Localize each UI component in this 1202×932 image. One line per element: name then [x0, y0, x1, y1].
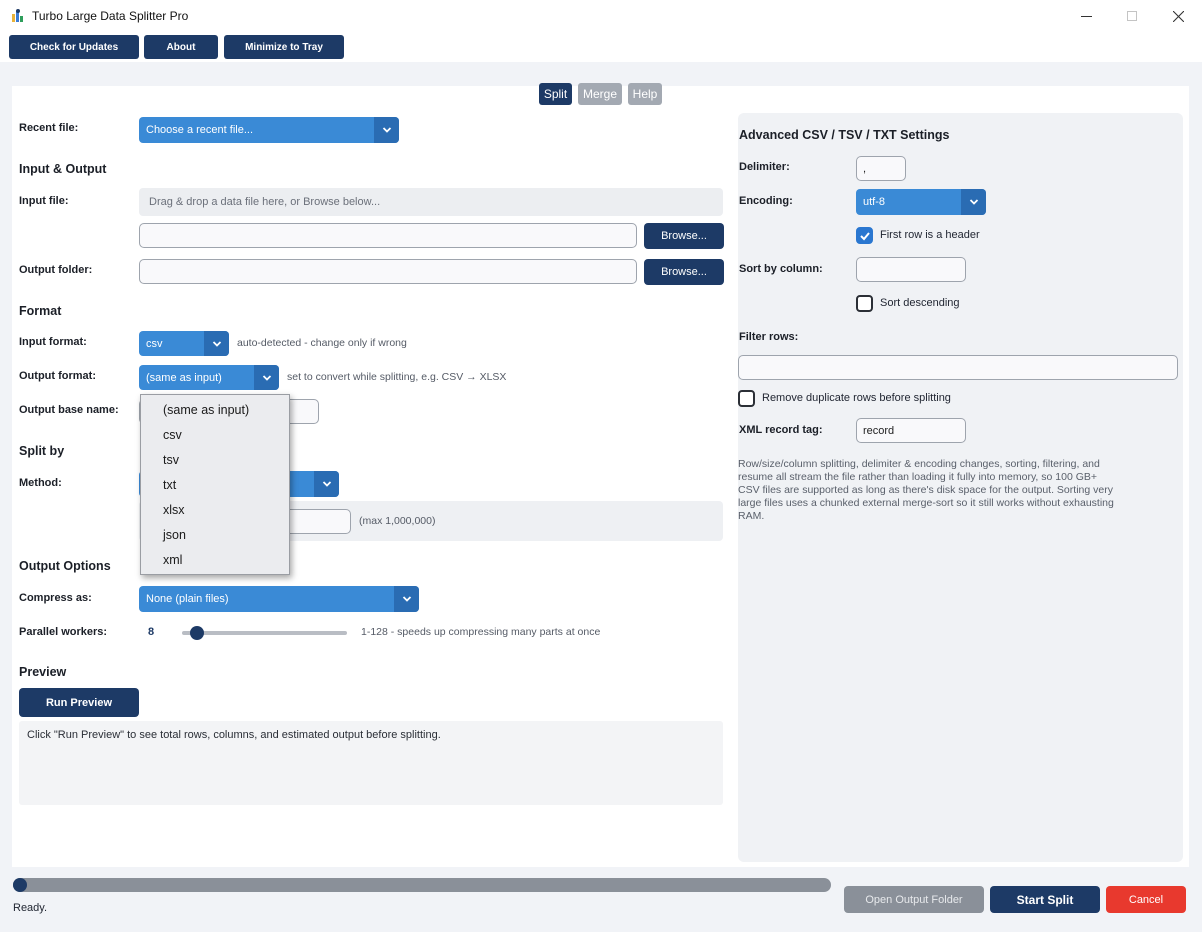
- chevron-down-icon: [254, 365, 279, 390]
- advanced-settings-title: Advanced CSV / TSV / TXT Settings: [739, 128, 950, 142]
- chevron-down-icon: [374, 117, 399, 143]
- option-json[interactable]: json: [163, 528, 186, 542]
- chevron-down-icon: [394, 586, 419, 612]
- progress-track: [13, 878, 831, 892]
- about-button[interactable]: About: [144, 35, 218, 59]
- checkmark-icon: [859, 231, 870, 240]
- workers-hint: 1-128 - speeds up compressing many parts…: [361, 626, 601, 638]
- sort-descending-checkbox[interactable]: [856, 295, 873, 312]
- close-icon: [1172, 10, 1184, 22]
- encoding-value: utf-8: [863, 196, 886, 208]
- option-txt[interactable]: txt: [163, 478, 176, 492]
- chevron-down-icon: [204, 331, 229, 356]
- sort-by-column-label: Sort by column:: [739, 263, 823, 275]
- compress-as-label: Compress as:: [19, 592, 92, 604]
- open-output-folder-button[interactable]: Open Output Folder: [844, 886, 984, 913]
- split-value-hint: (max 1,000,000): [359, 515, 436, 527]
- remove-duplicates-checkbox[interactable]: [738, 390, 755, 407]
- option-same-as-input[interactable]: (same as input): [163, 403, 249, 417]
- chevron-down-icon: [961, 189, 986, 215]
- file-dropzone[interactable]: Drag & drop a data file here, or Browse …: [139, 188, 723, 216]
- output-base-name-label: Output base name:: [19, 404, 119, 416]
- filter-rows-field[interactable]: [738, 355, 1178, 380]
- method-label: Method:: [19, 477, 62, 489]
- input-format-value: csv: [146, 337, 163, 350]
- maximize-window-button[interactable]: [1109, 0, 1155, 32]
- first-row-header-label: First row is a header: [880, 229, 980, 241]
- split-by-section-title: Split by: [19, 444, 65, 458]
- output-format-hint: set to convert while splitting, e.g. CSV…: [287, 371, 507, 383]
- recent-file-label: Recent file:: [19, 122, 79, 134]
- browse-input-button[interactable]: Browse...: [644, 223, 724, 249]
- window-title: Turbo Large Data Splitter Pro: [32, 9, 189, 23]
- parallel-workers-value: 8: [148, 626, 155, 638]
- tab-merge[interactable]: Merge: [578, 83, 622, 105]
- recent-file-dropdown[interactable]: Choose a recent file...: [139, 117, 399, 143]
- xml-record-tag-field[interactable]: record: [856, 418, 966, 443]
- sort-by-column-field[interactable]: [856, 257, 966, 282]
- option-tsv[interactable]: tsv: [163, 453, 179, 467]
- tab-help[interactable]: Help: [628, 83, 662, 105]
- input-format-label: Input format:: [19, 336, 87, 348]
- option-xlsx[interactable]: xlsx: [163, 503, 185, 517]
- option-xml[interactable]: xml: [163, 553, 182, 567]
- minimize-window-button[interactable]: [1063, 0, 1109, 32]
- parallel-workers-label: Parallel workers:: [19, 626, 108, 638]
- input-output-section-title: Input & Output: [19, 162, 107, 176]
- output-options-section-title: Output Options: [19, 559, 111, 573]
- tab-split[interactable]: Split: [539, 83, 572, 105]
- input-format-hint: auto-detected - change only if wrong: [237, 337, 407, 349]
- cancel-button[interactable]: Cancel: [1106, 886, 1186, 913]
- streaming-info-text: Row/size/column splitting, delimiter & e…: [738, 458, 1114, 522]
- encoding-dropdown[interactable]: utf-8: [856, 189, 986, 215]
- delimiter-field[interactable]: ,: [856, 156, 906, 181]
- option-csv[interactable]: csv: [163, 428, 182, 442]
- minimize-to-tray-button[interactable]: Minimize to Tray: [224, 35, 344, 59]
- remove-duplicates-label: Remove duplicate rows before splitting: [762, 392, 951, 404]
- maximize-icon: [1127, 11, 1137, 21]
- output-format-label: Output format:: [19, 370, 96, 382]
- preview-text: Click "Run Preview" to see total rows, c…: [27, 729, 441, 741]
- first-row-header-checkbox[interactable]: [856, 227, 873, 244]
- recent-file-placeholder: Choose a recent file...: [146, 124, 254, 136]
- format-section-title: Format: [19, 304, 62, 318]
- input-file-field[interactable]: [139, 223, 637, 248]
- output-format-options-popup: (same as input) csv tsv txt xlsx json xm…: [140, 394, 290, 575]
- browse-output-button[interactable]: Browse...: [644, 259, 724, 285]
- delimiter-label: Delimiter:: [739, 161, 790, 173]
- preview-section-title: Preview: [19, 665, 67, 679]
- filter-rows-label: Filter rows:: [739, 331, 799, 343]
- input-file-label: Input file:: [19, 195, 69, 207]
- encoding-label: Encoding:: [739, 195, 793, 207]
- workers-slider-track[interactable]: [182, 631, 347, 635]
- chevron-down-icon: [314, 471, 339, 497]
- sort-descending-label: Sort descending: [880, 297, 960, 309]
- minimize-icon: [1080, 15, 1092, 17]
- close-window-button[interactable]: [1155, 0, 1201, 32]
- compress-as-value: None (plain files): [146, 593, 229, 605]
- xml-record-tag-label: XML record tag:: [739, 424, 823, 436]
- output-folder-field[interactable]: [139, 259, 637, 284]
- output-format-dropdown[interactable]: (same as input): [139, 365, 279, 390]
- run-preview-button[interactable]: Run Preview: [19, 688, 139, 717]
- input-format-dropdown[interactable]: csv: [139, 331, 229, 356]
- compress-as-dropdown[interactable]: None (plain files): [139, 586, 419, 612]
- output-folder-label: Output folder:: [19, 264, 93, 276]
- status-text: Ready.: [13, 902, 48, 914]
- check-updates-button[interactable]: Check for Updates: [9, 35, 139, 59]
- start-split-button[interactable]: Start Split: [990, 886, 1100, 913]
- app-database-icon: [10, 8, 26, 24]
- output-format-value: (same as input): [146, 371, 222, 384]
- progress-fill: [13, 878, 27, 892]
